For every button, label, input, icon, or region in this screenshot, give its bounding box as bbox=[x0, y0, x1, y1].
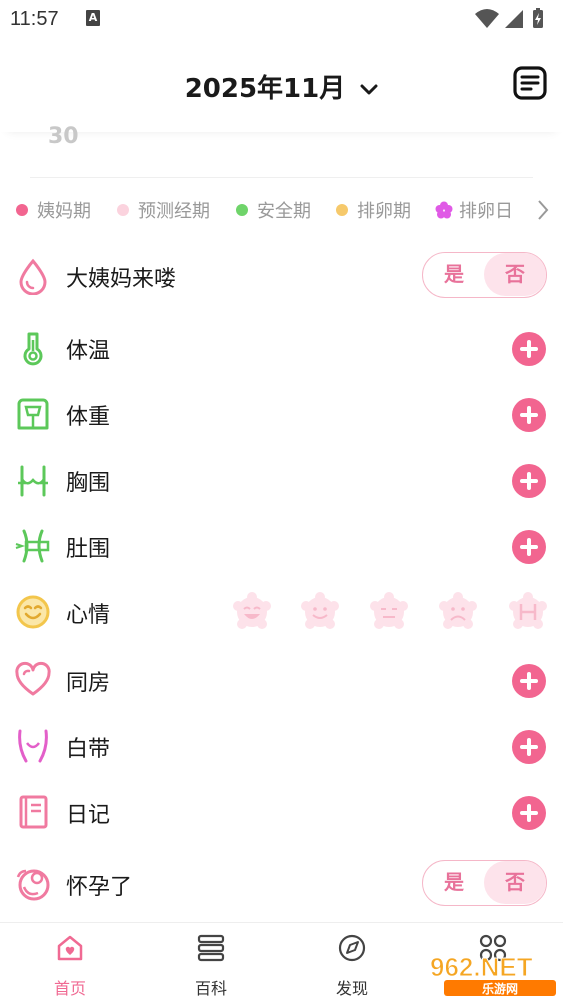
chevron-right-icon[interactable] bbox=[537, 199, 549, 221]
toggle-yes[interactable]: 是 bbox=[423, 861, 485, 904]
legend-dot bbox=[336, 204, 348, 216]
wifi-icon bbox=[475, 9, 499, 28]
notification-icon: A bbox=[86, 10, 100, 26]
tab-discover[interactable]: 发现 bbox=[302, 923, 402, 1003]
row-diary: 日记 bbox=[0, 782, 563, 842]
month-title: 2025年11月 bbox=[184, 74, 346, 104]
tab-encyclopedia[interactable]: 百科 bbox=[161, 923, 261, 1003]
legend-safe: 安全期 bbox=[236, 196, 311, 224]
legend-dot bbox=[16, 204, 28, 216]
row-label: 日记 bbox=[66, 803, 111, 828]
thermometer-icon bbox=[23, 332, 43, 366]
face-laughing-icon[interactable] bbox=[232, 592, 272, 632]
pelvis-icon bbox=[18, 729, 48, 763]
heart-icon bbox=[15, 661, 51, 696]
tab-home[interactable]: 首页 bbox=[20, 923, 120, 1003]
notebook-icon bbox=[19, 795, 48, 829]
row-period: 大姨妈来喽 是 否 bbox=[0, 246, 563, 306]
row-label: 白带 bbox=[66, 737, 111, 762]
tab-label: 百科 bbox=[194, 979, 227, 998]
face-neutral-icon[interactable] bbox=[369, 592, 409, 632]
legend-ovulation-period: 排卵期 bbox=[336, 196, 411, 224]
row-label: 体重 bbox=[66, 405, 111, 430]
scale-icon bbox=[17, 398, 49, 430]
legend-dot bbox=[117, 204, 129, 216]
toggle-no[interactable]: 否 bbox=[484, 861, 546, 904]
face-sad-icon[interactable] bbox=[438, 592, 478, 632]
row-pregnant: 怀孕了 是 否 bbox=[0, 854, 563, 914]
row-discharge: 白带 bbox=[0, 716, 563, 776]
add-bust-button[interactable] bbox=[512, 464, 546, 498]
divider bbox=[30, 177, 533, 178]
legend-label: 安全期 bbox=[257, 201, 311, 222]
legend-label: 排卵期 bbox=[357, 201, 411, 222]
tab-label: 发现 bbox=[335, 979, 368, 998]
toggle-yes[interactable]: 是 bbox=[423, 253, 485, 296]
row-intimacy: 同房 bbox=[0, 650, 563, 710]
calendar-day[interactable]: 30 bbox=[48, 124, 79, 149]
add-weight-button[interactable] bbox=[512, 398, 546, 432]
watermark-logo: 962.NET 乐游网 bbox=[430, 952, 556, 996]
face-smile-icon[interactable] bbox=[300, 592, 340, 632]
legend-ovulation-day: 排卵日 bbox=[435, 196, 513, 224]
add-temperature-button[interactable] bbox=[512, 332, 546, 366]
smiley-icon bbox=[16, 595, 50, 629]
row-label: 大姨妈来喽 bbox=[66, 267, 177, 292]
status-time: 11:57 bbox=[10, 8, 59, 30]
bust-icon bbox=[18, 465, 48, 497]
pregnant-toggle[interactable]: 是 否 bbox=[422, 860, 547, 906]
add-waist-button[interactable] bbox=[512, 530, 546, 564]
status-bar: 11:57 A bbox=[0, 0, 563, 40]
legend-period: 姨妈期 bbox=[16, 196, 91, 224]
legend-predicted: 预测经期 bbox=[117, 196, 210, 224]
home-icon bbox=[57, 935, 83, 961]
add-diary-button[interactable] bbox=[512, 796, 546, 830]
list-icon[interactable] bbox=[513, 66, 547, 100]
row-label: 胸围 bbox=[66, 471, 111, 496]
row-bust: 胸围 bbox=[0, 450, 563, 510]
legend-label: 预测经期 bbox=[138, 201, 210, 222]
battery-icon bbox=[533, 8, 543, 28]
row-weight: 体重 bbox=[0, 384, 563, 444]
row-mood: 心情 bbox=[0, 582, 563, 642]
flower-icon bbox=[435, 201, 453, 219]
app-header: 2025年11月 bbox=[0, 40, 563, 132]
watermark-text: 962.NET bbox=[430, 952, 533, 982]
tab-label: 首页 bbox=[53, 979, 86, 998]
face-angry-icon[interactable] bbox=[508, 592, 548, 632]
fetus-icon bbox=[16, 869, 50, 901]
waist-icon bbox=[15, 529, 50, 563]
toggle-no[interactable]: 否 bbox=[484, 253, 546, 296]
row-label: 肚围 bbox=[66, 537, 111, 562]
row-label: 体温 bbox=[66, 339, 111, 364]
add-discharge-button[interactable] bbox=[512, 730, 546, 764]
row-label: 怀孕了 bbox=[66, 875, 133, 900]
period-toggle[interactable]: 是 否 bbox=[422, 252, 547, 298]
row-label: 同房 bbox=[66, 671, 111, 696]
status-icons bbox=[475, 8, 543, 28]
watermark-subtext: 乐游网 bbox=[482, 981, 518, 996]
books-icon bbox=[197, 934, 225, 962]
row-label: 心情 bbox=[66, 603, 111, 628]
row-temperature: 体温 bbox=[0, 318, 563, 378]
signal-icon bbox=[505, 10, 523, 28]
month-selector[interactable]: 2025年11月 bbox=[0, 68, 563, 105]
legend-label: 排卵日 bbox=[459, 201, 513, 222]
legend-label: 姨妈期 bbox=[37, 201, 91, 222]
legend-dot bbox=[236, 204, 248, 216]
drop-icon bbox=[19, 258, 47, 295]
mood-options bbox=[232, 592, 552, 632]
row-waist: 肚围 bbox=[0, 516, 563, 576]
compass-icon bbox=[338, 934, 366, 962]
chevron-down-icon bbox=[360, 84, 378, 94]
add-intimacy-button[interactable] bbox=[512, 664, 546, 698]
phase-legend: 姨妈期 预测经期 安全期 排卵期 排卵日 bbox=[0, 196, 563, 224]
